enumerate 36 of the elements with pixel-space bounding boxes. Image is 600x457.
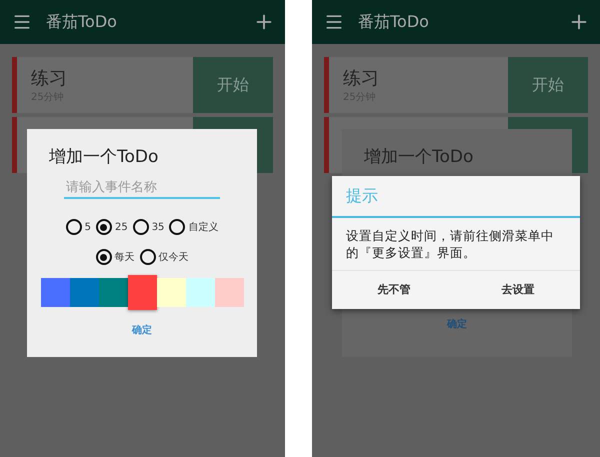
alert-message: 设置自定义时间，请前往侧滑菜单中的『更多设置』界面。 bbox=[332, 218, 580, 271]
radio-label: 每天 bbox=[114, 251, 134, 264]
radio-option[interactable]: 25 bbox=[96, 219, 128, 235]
app-title: 番茄ToDo bbox=[358, 12, 430, 32]
todo-name: 练习 bbox=[31, 67, 68, 90]
color-swatch[interactable] bbox=[214, 278, 244, 307]
radio-label: 25 bbox=[114, 222, 128, 232]
radio-button[interactable] bbox=[66, 219, 82, 235]
alert-button[interactable]: 先不管 bbox=[332, 270, 456, 309]
radio-option[interactable]: 5 bbox=[66, 219, 91, 235]
dialog-title: 增加一个ToDo bbox=[364, 146, 474, 168]
color-swatch[interactable] bbox=[70, 278, 98, 307]
app-title: 番茄ToDo bbox=[46, 12, 118, 32]
color-swatch[interactable] bbox=[186, 278, 214, 307]
radio-button[interactable] bbox=[96, 219, 112, 235]
alert-button[interactable]: 去设置 bbox=[456, 270, 580, 309]
todo-name: 练习 bbox=[343, 67, 380, 90]
radio-option[interactable]: 仅今天 bbox=[140, 249, 188, 265]
alert-title: 提示 bbox=[332, 176, 580, 218]
radio-option[interactable]: 35 bbox=[132, 219, 164, 235]
radio-option[interactable]: 每天 bbox=[96, 249, 134, 265]
radio-label: 5 bbox=[84, 222, 91, 232]
radio-button[interactable] bbox=[96, 249, 112, 265]
input-field[interactable]: 请输入事件名称 bbox=[64, 178, 220, 199]
radio-label: 仅今天 bbox=[158, 251, 188, 264]
radio-option[interactable]: 自定义 bbox=[169, 219, 218, 235]
dialog-title: 增加一个ToDo bbox=[49, 146, 158, 168]
color-swatch[interactable] bbox=[98, 278, 128, 307]
color-swatch[interactable] bbox=[40, 278, 70, 307]
radio-button[interactable] bbox=[169, 219, 186, 235]
color-swatch[interactable] bbox=[128, 275, 156, 310]
radio-button[interactable] bbox=[140, 249, 156, 265]
radio-label: 自定义 bbox=[188, 220, 218, 234]
radio-button[interactable] bbox=[132, 219, 149, 235]
radio-label: 35 bbox=[152, 222, 164, 232]
color-swatch[interactable] bbox=[156, 278, 186, 307]
